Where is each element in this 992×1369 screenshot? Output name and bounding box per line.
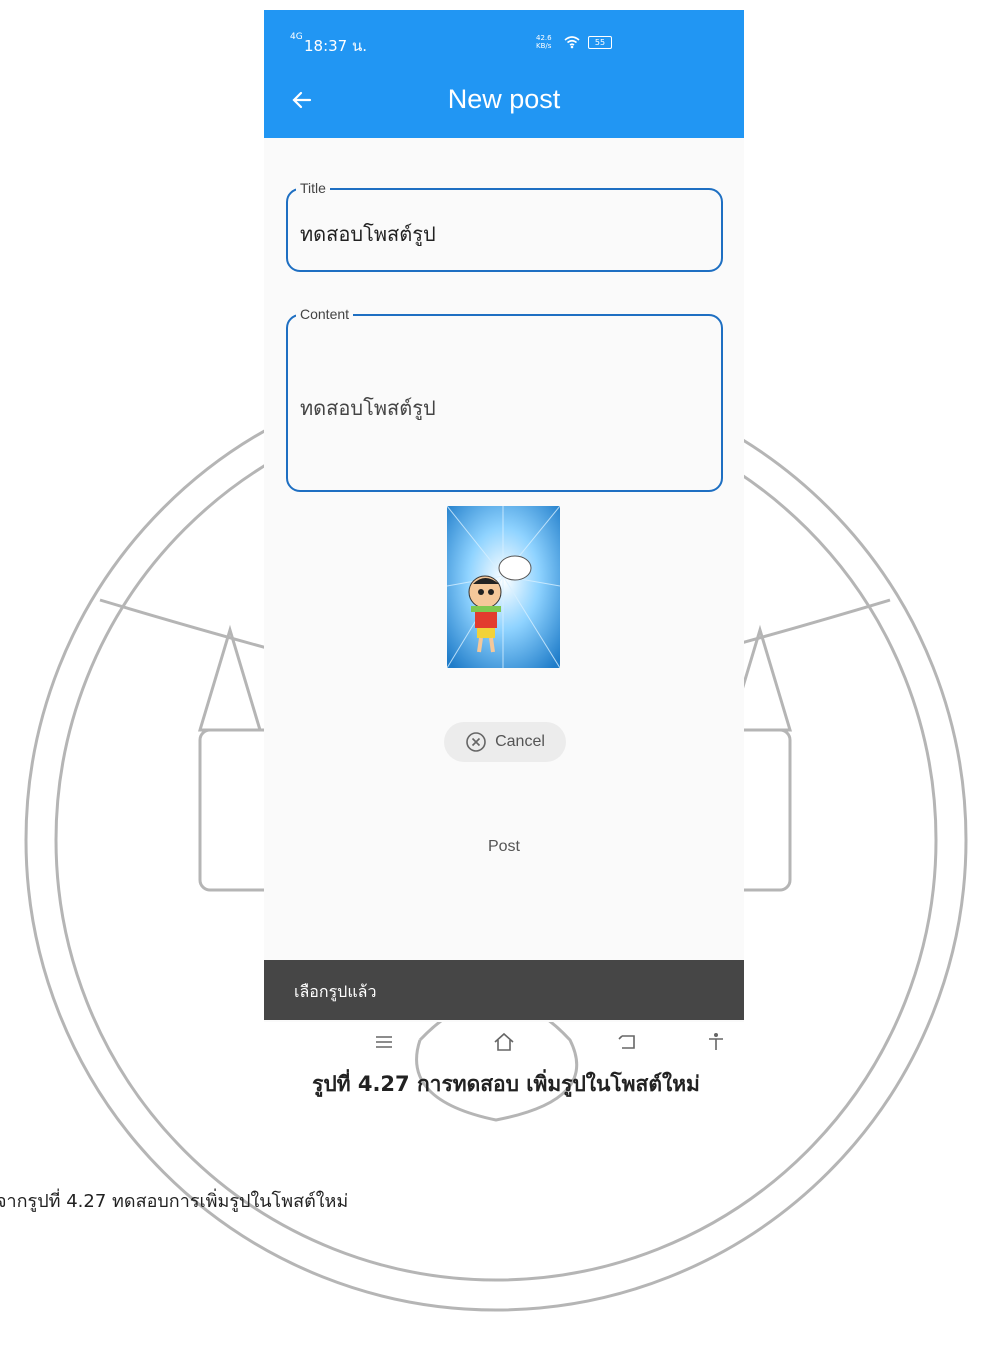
phone-screen: 4G 18:37 น. 42.6 KB/s 55 New post Title … (264, 10, 744, 1022)
selected-image-preview (447, 506, 560, 668)
title-field-value[interactable]: ทดสอบโพสต์รูป (300, 218, 436, 250)
home-icon[interactable] (492, 1030, 516, 1054)
accessibility-icon[interactable] (704, 1030, 728, 1054)
signal-indicator: 4G (290, 32, 303, 42)
wifi-icon (564, 36, 580, 49)
cancel-button-label: Cancel (495, 733, 545, 750)
body-text: จากรูปที่ 4.27 ทดสอบการเพิ่มรูปในโพสต์ให… (0, 1191, 349, 1212)
post-button[interactable]: Post (464, 832, 544, 862)
status-time: 18:37 น. (304, 37, 368, 55)
back-icon[interactable] (616, 1030, 640, 1054)
cancel-button[interactable]: Cancel (444, 722, 566, 762)
status-bar: 4G 18:37 น. 42.6 KB/s 55 (264, 10, 744, 72)
snackbar-message: เลือกรูปแล้ว (294, 982, 377, 1001)
status-icons: 42.6 KB/s 55 (536, 34, 612, 50)
content-field[interactable]: Content ทดสอบโพสต์รูป (286, 306, 723, 492)
snackbar: เลือกรูปแล้ว (264, 960, 744, 1020)
battery-icon: 55 (588, 35, 612, 49)
cancel-circle-icon (466, 732, 486, 752)
title-field[interactable]: Title ทดสอบโพสต์รูป (286, 180, 723, 272)
data-speed: 42.6 KB/s (536, 34, 552, 50)
app-bar: New post (264, 72, 744, 138)
figure-caption-text: รูปที่ 4.27 การทดสอบ เพิ่มรูปในโพสต์ใหม่ (312, 1072, 700, 1096)
menu-icon[interactable] (372, 1030, 396, 1054)
content-field-label: Content (296, 306, 354, 322)
content-field-value[interactable]: ทดสอบโพสต์รูป (300, 392, 436, 424)
title-field-label: Title (296, 180, 330, 196)
figure-caption: รูปที่ 4.27 การทดสอบ เพิ่มรูปในโพสต์ใหม่ (0, 1068, 992, 1101)
page-title: New post (447, 84, 561, 114)
system-nav-bar (264, 1022, 744, 1062)
